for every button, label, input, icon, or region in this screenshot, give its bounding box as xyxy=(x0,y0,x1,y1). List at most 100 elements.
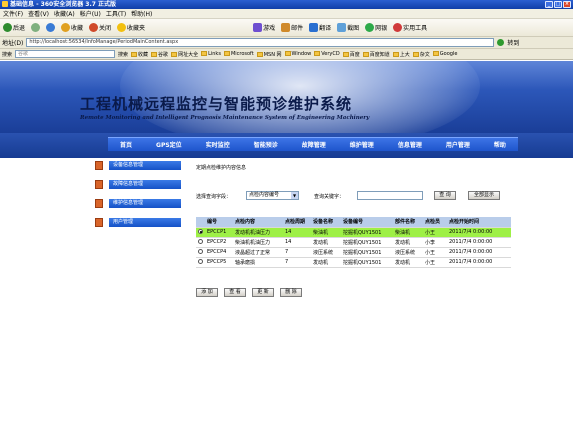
maximize-button[interactable]: □ xyxy=(554,1,562,8)
search-links-bar: 搜索 谷歌 搜索 收藏 谷歌 网址大全 Links Microsoft MSN … xyxy=(0,49,573,60)
go-arrow-icon[interactable] xyxy=(497,39,505,46)
bullet-icon xyxy=(95,180,103,189)
menu-help[interactable]: 帮助(H) xyxy=(131,9,152,18)
keyword-input[interactable] xyxy=(357,191,423,200)
search-button[interactable]: 查 询 xyxy=(434,191,456,200)
ebank-button[interactable]: 网银 xyxy=(365,23,387,32)
sidebar-item-maintenance[interactable]: 维护信息管理 xyxy=(95,199,190,209)
link-item[interactable]: 收藏 xyxy=(131,51,148,58)
site-title: 工程机械远程监控与智能预诊维护系统 xyxy=(80,95,353,113)
view-button[interactable]: 查 看 xyxy=(224,288,246,297)
nav-users[interactable]: 用户管理 xyxy=(446,140,470,149)
translate-button[interactable]: 翻译 xyxy=(309,23,331,32)
nav-prognosis[interactable]: 智能预诊 xyxy=(254,140,278,149)
favorites-button[interactable]: 收藏夹 xyxy=(117,23,145,32)
query-form: 选择查询字段： 点检内容编号 ▼ 查询关键字： 查 询 全部显示 xyxy=(196,191,516,201)
browser-logo-icon xyxy=(2,1,8,7)
folder-icon xyxy=(256,51,263,57)
link-item[interactable]: Links xyxy=(201,51,221,57)
folder-icon xyxy=(342,51,349,57)
close-button[interactable]: × xyxy=(563,1,571,8)
field-label: 选择查询字段： xyxy=(196,194,232,200)
link-item[interactable]: 谷歌 xyxy=(151,51,168,58)
add-button[interactable]: 添 加 xyxy=(196,288,218,297)
link-item[interactable]: Microsoft xyxy=(223,51,254,57)
link-item[interactable]: VeryCD xyxy=(314,51,340,57)
update-button[interactable]: 更 新 xyxy=(252,288,274,297)
go-button[interactable]: 转到 xyxy=(507,38,519,47)
translate-icon xyxy=(309,23,319,32)
link-item[interactable]: 上大 xyxy=(392,51,410,58)
sidebar-item-fault[interactable]: 故障信息管理 xyxy=(95,180,190,190)
nav-fault[interactable]: 故障管理 xyxy=(302,140,326,149)
folder-icon xyxy=(412,51,419,57)
forward-arrow-icon xyxy=(31,23,41,32)
folder-icon xyxy=(171,51,178,57)
inspection-table: 编号 点检内容 点检周期 设备名称 设备编号 部件名称 点检员 点检开始时间 E… xyxy=(196,217,511,268)
menu-tools[interactable]: 工具(T) xyxy=(106,9,126,18)
row-radio[interactable] xyxy=(198,259,203,264)
folder-icon xyxy=(223,51,230,56)
back-button[interactable]: 后退 xyxy=(3,23,25,32)
window-controls: _ □ × xyxy=(545,1,571,8)
sidebar-item-label: 用户管理 xyxy=(109,218,181,227)
folder-icon xyxy=(314,51,321,56)
site-subtitle: Remote Monitoring and Intelligent Progno… xyxy=(80,115,370,121)
chevron-down-icon: ▼ xyxy=(291,192,298,199)
address-bar: 地址(D) http://localhost:56534/InfoManage/… xyxy=(0,37,573,49)
row-radio[interactable] xyxy=(198,229,203,234)
link-item[interactable]: 百度 xyxy=(342,51,360,58)
link-item[interactable]: Window xyxy=(284,51,311,57)
nav-monitor[interactable]: 实时监控 xyxy=(206,140,230,149)
folder-icon xyxy=(151,51,158,57)
search-input[interactable]: 谷歌 xyxy=(15,50,116,58)
sidebar-item-users[interactable]: 用户管理 xyxy=(95,218,190,228)
table-row[interactable]: EPCCP4 液晶超过了正常 7 液压系统 挖掘机QUY1501 液压系统 小王… xyxy=(196,247,511,258)
nav-info[interactable]: 信息管理 xyxy=(398,140,422,149)
window-title: 基础信息 - 360安全浏览器 3.7 正式版 xyxy=(10,1,116,8)
field-select[interactable]: 点检内容编号 ▼ xyxy=(246,191,299,200)
link-item[interactable]: 杂文 xyxy=(412,51,430,58)
search-button[interactable]: 搜索 xyxy=(118,51,128,58)
menu-account[interactable]: 帐户(U) xyxy=(80,9,101,18)
favorite-add-button[interactable]: 收藏 xyxy=(61,23,83,32)
row-radio[interactable] xyxy=(198,249,203,254)
star-icon xyxy=(61,23,71,32)
show-all-button[interactable]: 全部显示 xyxy=(468,191,500,200)
link-item[interactable]: MSN 网 xyxy=(256,51,282,58)
minimize-button[interactable]: _ xyxy=(545,1,553,8)
table-header: 编号 点检内容 点检周期 设备名称 设备编号 部件名称 点检员 点检开始时间 xyxy=(196,217,511,228)
menu-view[interactable]: 查看(V) xyxy=(28,9,49,18)
url-input[interactable]: http://localhost:56534/InfoManage/Period… xyxy=(26,38,495,47)
games-button[interactable]: 游戏 xyxy=(253,23,275,32)
favorites-star-icon xyxy=(117,23,127,32)
folder-icon xyxy=(201,51,208,56)
address-label: 地址(D) xyxy=(2,40,24,47)
nav-maintenance[interactable]: 维护管理 xyxy=(350,140,374,149)
forward-button[interactable] xyxy=(31,23,41,32)
mail-button[interactable]: 邮件 xyxy=(281,23,303,32)
nav-gps[interactable]: GPS定位 xyxy=(156,140,182,149)
bullet-icon xyxy=(95,218,103,227)
menu-file[interactable]: 文件(F) xyxy=(3,9,23,18)
table-row[interactable]: EPCCP1 发动机机油压力 14 柴油机 挖掘机QUY1501 柴油机 小王 … xyxy=(196,227,511,238)
sidebar-item-equipment[interactable]: 设备信息管理 xyxy=(95,161,190,171)
ebank-icon xyxy=(365,23,375,32)
link-item[interactable]: 百度知道 xyxy=(362,51,390,58)
table-row[interactable]: EPCCP5 轴承磨损 7 发动机 挖掘机QUY1501 发动机 小王 2011… xyxy=(196,257,511,268)
row-radio[interactable] xyxy=(198,239,203,244)
table-row[interactable]: EPCCP2 柴油机机油压力 14 发动机 挖掘机QUY1501 发动机 小李 … xyxy=(196,237,511,248)
sidebar: 设备信息管理 故障信息管理 维护信息管理 用户管理 xyxy=(95,161,190,237)
refresh-button[interactable] xyxy=(46,23,56,32)
delete-button[interactable]: 删 除 xyxy=(280,288,302,297)
close-tab-button[interactable]: 关闭 xyxy=(89,23,111,32)
nav-home[interactable]: 首页 xyxy=(120,140,132,149)
link-item[interactable]: Google xyxy=(432,51,457,57)
screenshot-button[interactable]: 截图 xyxy=(337,23,359,32)
folder-icon xyxy=(284,51,291,56)
tools-button[interactable]: 实用工具 xyxy=(393,23,427,32)
bullet-icon xyxy=(95,199,103,208)
menu-favorites[interactable]: 收藏(A) xyxy=(54,9,75,18)
link-item[interactable]: 网址大全 xyxy=(171,51,198,58)
nav-help[interactable]: 帮助 xyxy=(494,140,506,149)
